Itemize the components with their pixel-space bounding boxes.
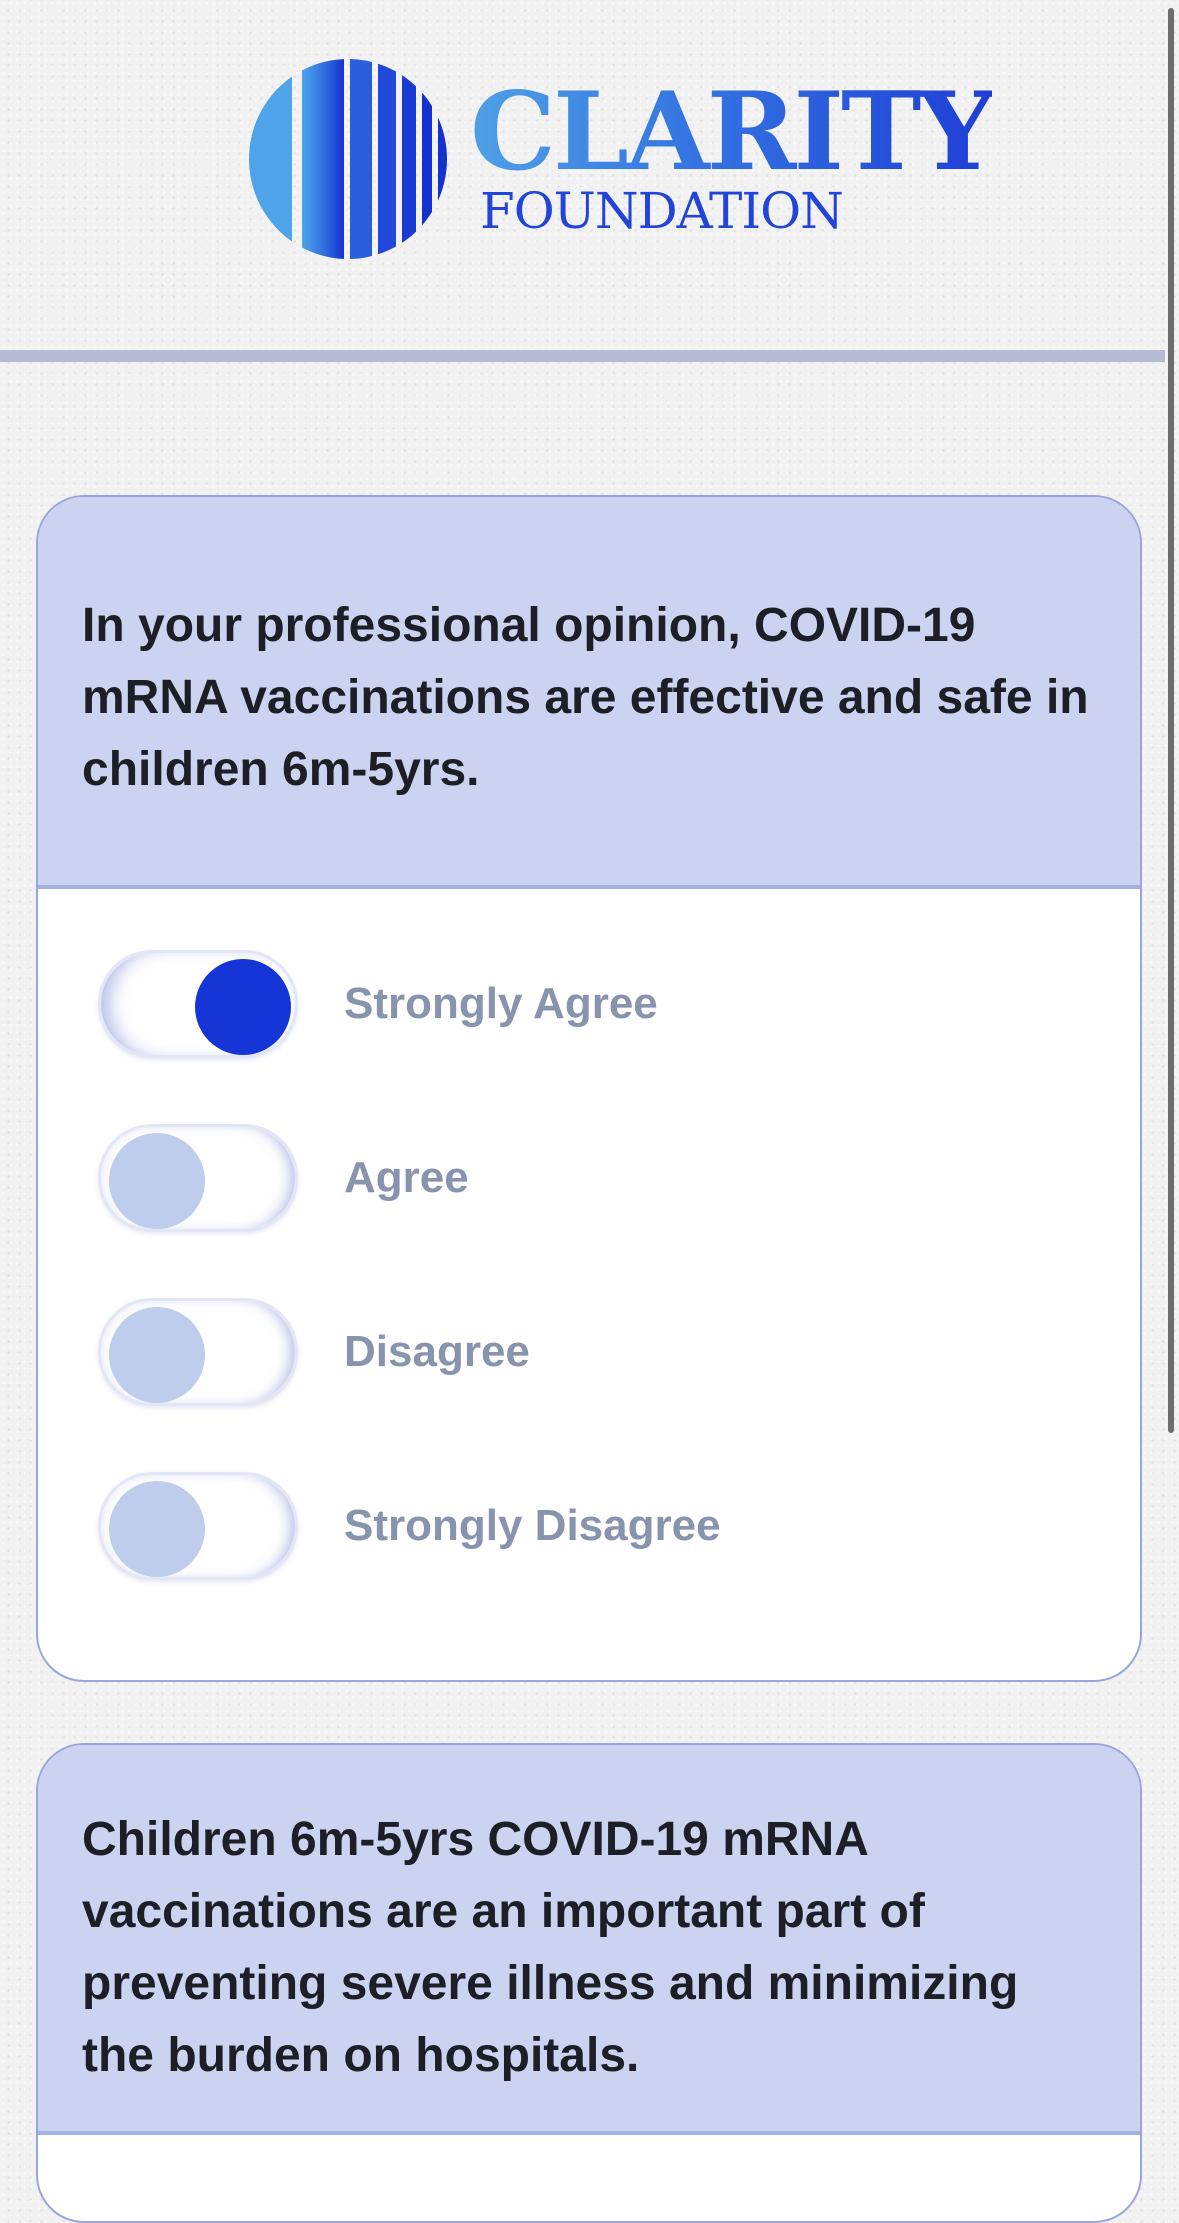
question-header: In your professional opinion, COVID-19 m… <box>38 497 1140 889</box>
toggle-switch[interactable] <box>98 1124 298 1232</box>
scrollbar[interactable] <box>1165 0 1179 2175</box>
brand-subtitle: FOUNDATION <box>480 182 844 240</box>
option-agree[interactable]: Agree <box>98 1123 1140 1233</box>
option-strongly-agree[interactable]: Strongly Agree <box>98 949 1140 1059</box>
toggle-knob <box>109 1133 205 1229</box>
toggle-switch[interactable] <box>98 1472 298 1580</box>
site-header: CLARITY FOUNDATION <box>0 0 1165 362</box>
question-header: Children 6m-5yrs COVID-19 mRNA vaccinati… <box>38 1745 1140 2135</box>
question-text: In your professional opinion, COVID-19 m… <box>82 599 1089 796</box>
option-strongly-disagree[interactable]: Strongly Disagree <box>98 1471 1140 1581</box>
option-label[interactable]: Disagree <box>344 1327 530 1377</box>
question-card: Children 6m-5yrs COVID-19 mRNA vaccinati… <box>36 1743 1142 2223</box>
option-disagree[interactable]: Disagree <box>98 1297 1140 1407</box>
toggle-knob <box>195 959 291 1055</box>
header-divider <box>0 350 1165 362</box>
question-card: In your professional opinion, COVID-19 m… <box>36 495 1142 1682</box>
toggle-switch[interactable] <box>98 1298 298 1406</box>
toggle-knob <box>109 1481 205 1577</box>
option-label[interactable]: Strongly Agree <box>344 979 658 1029</box>
toggle-knob <box>109 1307 205 1403</box>
option-label[interactable]: Strongly Disagree <box>344 1501 721 1551</box>
brand-title: CLARITY <box>470 69 995 195</box>
scrollbar-thumb[interactable] <box>1168 8 1174 1433</box>
option-label[interactable]: Agree <box>344 1153 469 1203</box>
answer-options: Strongly Agree Agree Disagree Strongly D… <box>38 889 1140 1581</box>
toggle-switch[interactable] <box>98 950 298 1058</box>
clarity-foundation-logo[interactable]: CLARITY FOUNDATION <box>248 58 995 260</box>
question-text: Children 6m-5yrs COVID-19 mRNA vaccinati… <box>82 1813 1019 2082</box>
logo-mark-icon <box>249 59 447 259</box>
